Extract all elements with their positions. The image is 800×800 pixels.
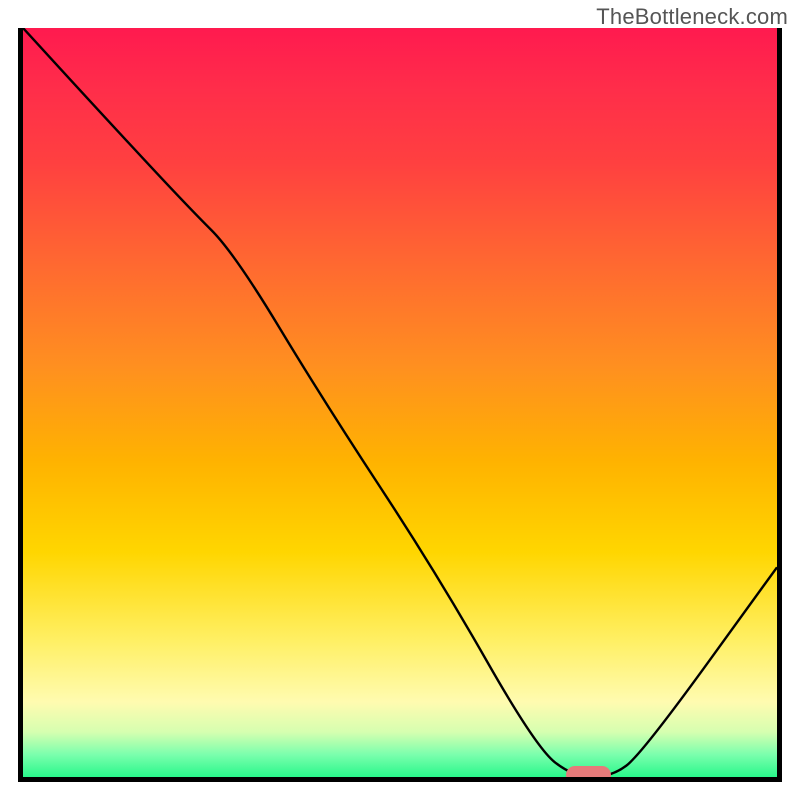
bottleneck-curve [23, 28, 777, 777]
chart-container: TheBottleneck.com [0, 0, 800, 800]
chart-frame [18, 28, 782, 782]
watermark-text: TheBottleneck.com [596, 4, 788, 30]
curve-path [23, 28, 777, 777]
optimal-marker [566, 766, 611, 782]
